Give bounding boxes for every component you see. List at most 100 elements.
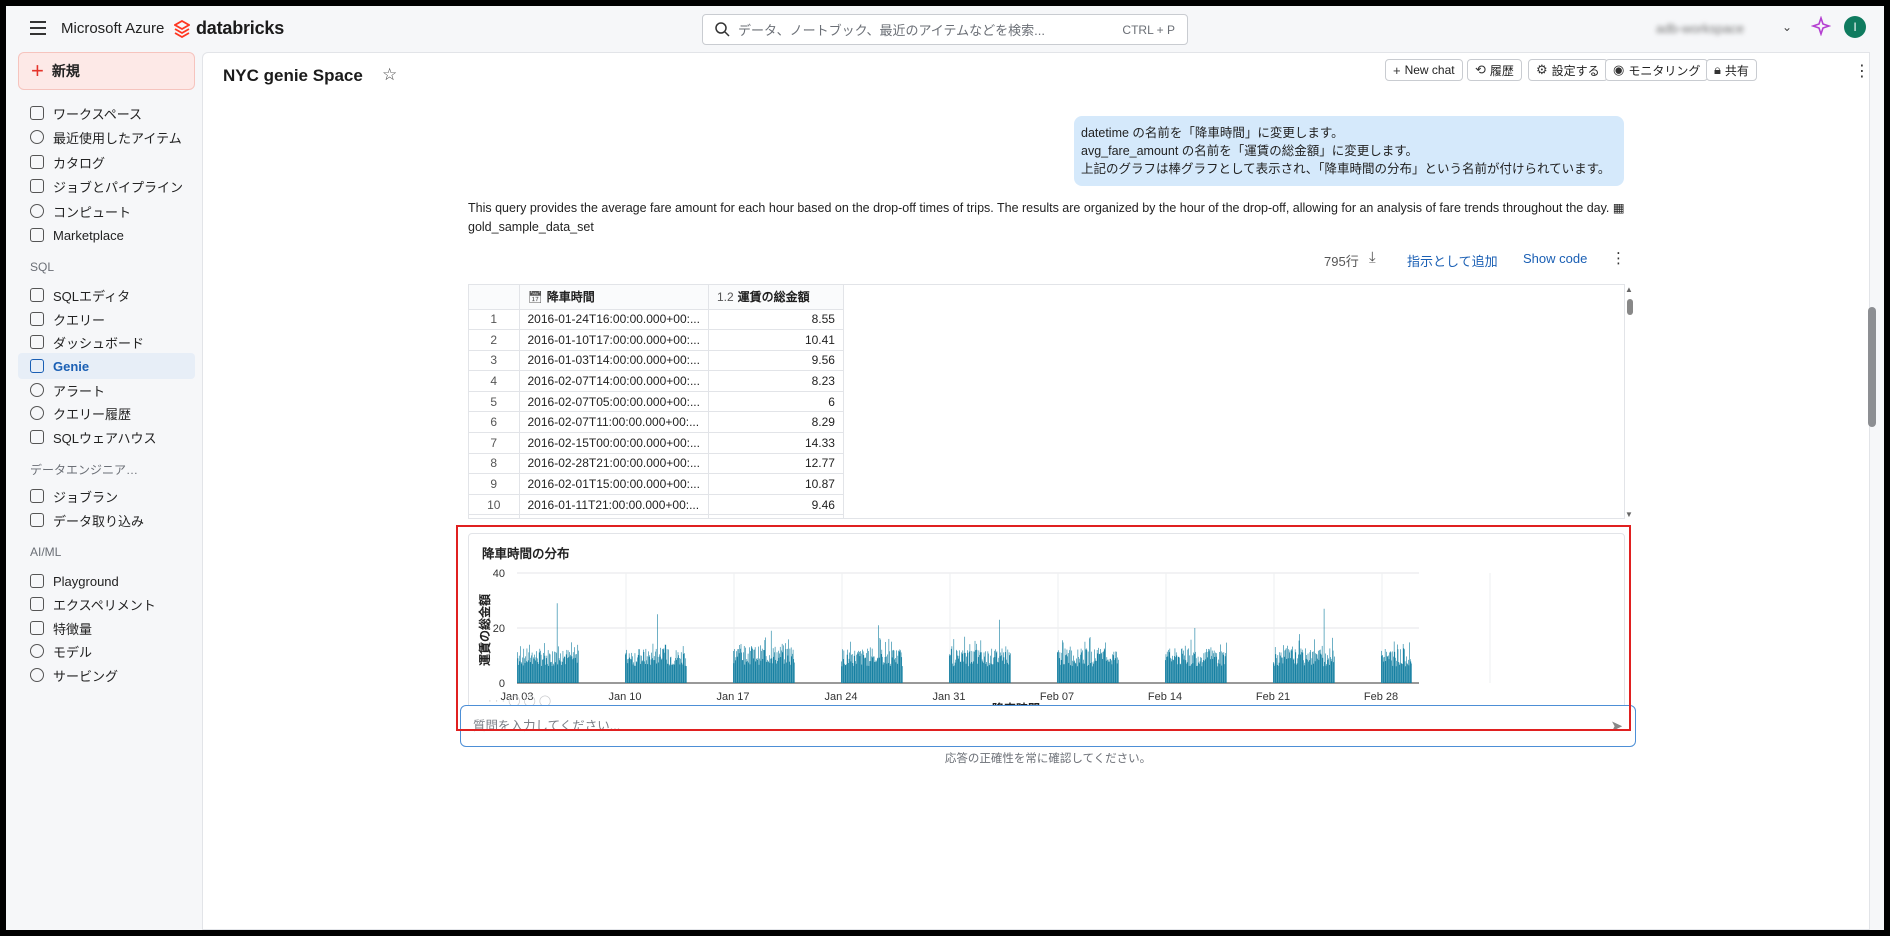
sidebar-item-data-ingestion[interactable]: データ取り込み	[18, 507, 195, 533]
cell-dropoff-time: 2016-02-15T00:00:00.000+00:...	[519, 432, 709, 454]
sidebar-item-experiments[interactable]: エクスペリメント	[18, 591, 195, 617]
sidebar-item-workspace[interactable]: ワークスペース	[18, 100, 195, 126]
runs-icon	[30, 489, 44, 503]
row-index: 5	[469, 391, 520, 413]
column-header-fare[interactable]: 1.2 運賃の総金額	[708, 285, 844, 310]
sidebar-item-dashboards[interactable]: ダッシュボード	[18, 329, 195, 355]
chevron-down-icon[interactable]: ⌄	[1782, 20, 1792, 34]
column-header-label: 運賃の総金額	[737, 290, 810, 305]
sidebar-item-label: Playground	[53, 573, 119, 589]
row-index: 1	[469, 309, 520, 331]
sidebar-item-job-runs[interactable]: ジョブラン	[18, 483, 195, 509]
history-button[interactable]: ⟲ 履歴	[1467, 59, 1522, 81]
page-scroll-thumb[interactable]	[1868, 307, 1876, 427]
workspace-selector[interactable]: adb-workspace	[1656, 21, 1744, 36]
cell-fare: 9.56	[708, 350, 844, 372]
download-icon[interactable]: ⤓	[1369, 249, 1376, 266]
settings-button[interactable]: ⚙ 設定する	[1528, 59, 1608, 81]
sidebar-item-catalog[interactable]: カタログ	[18, 149, 195, 175]
new-button[interactable]: + 新規	[18, 52, 195, 90]
table-row[interactable]: 112016-01-11T16:00:00.000+00:...9.81	[469, 514, 844, 518]
cell-dropoff-time: 2016-01-24T16:00:00.000+00:...	[519, 309, 709, 331]
row-index: 10	[469, 494, 520, 516]
databricks-logo[interactable]: databricks	[174, 18, 284, 39]
table-reference-label: gold_sample_data_set	[468, 220, 594, 234]
sidebar-item-models[interactable]: モデル	[18, 638, 195, 664]
sidebar-item-sql-editor[interactable]: SQLエディタ	[18, 282, 195, 308]
table-scrollbar[interactable]: ▲ ▼	[1625, 285, 1635, 521]
user-message-line: datetime の名前を「降車時間」に変更します。	[1081, 126, 1344, 140]
table-row[interactable]: 8 2016-02-28T21:00:00.000+00:... 12.77	[469, 453, 844, 475]
table-row[interactable]: 5 2016-02-07T05:00:00.000+00:... 6	[469, 391, 844, 413]
settings-label: 設定する	[1551, 63, 1600, 78]
cell-fare: 14.33	[708, 432, 844, 454]
cell-dropoff-time: 2016-02-28T21:00:00.000+00:...	[519, 453, 709, 475]
row-index: 7	[469, 432, 520, 454]
row-index: 4	[469, 370, 520, 392]
table-row[interactable]: 4 2016-02-07T14:00:00.000+00:... 8.23	[469, 370, 844, 392]
sidebar-item-label: クエリー	[53, 312, 106, 328]
add-as-instruction-button[interactable]: 指示として追加	[1407, 251, 1498, 270]
sidebar-item-serving[interactable]: サービング	[18, 662, 195, 688]
table-row[interactable]: 9 2016-02-01T15:00:00.000+00:... 10.87	[469, 473, 844, 495]
section-data-engineering: データエンジニアリング	[30, 463, 150, 477]
table-row[interactable]: 10 2016-01-11T21:00:00.000+00:... 9.46	[469, 494, 844, 516]
playground-icon	[30, 574, 44, 588]
cell-dropoff-time: 2016-01-03T14:00:00.000+00:...	[519, 350, 709, 372]
sidebar-item-label: クエリー履歴	[53, 406, 132, 422]
chart-highlight-box	[456, 525, 1631, 731]
calendar-icon: 📅︎	[527, 290, 543, 305]
cell-fare: 8.23	[708, 370, 844, 392]
sidebar-item-recents[interactable]: 最近使用したアイテム	[18, 124, 195, 150]
assistant-sparkle-icon[interactable]	[1811, 16, 1831, 36]
decimal-type-icon: 1.2	[716, 290, 734, 305]
page-scrollbar[interactable]	[1865, 52, 1883, 930]
global-search[interactable]: データ、ノートブック、最近のアイテムなどを検索... CTRL + P	[702, 14, 1188, 45]
row-index: 9	[469, 473, 520, 495]
sidebar-item-label: カタログ	[53, 155, 106, 171]
sidebar-item-jobs[interactable]: ジョブとパイプライン	[18, 173, 195, 199]
editor-icon	[30, 288, 44, 302]
scroll-down-icon[interactable]: ▼	[1625, 510, 1633, 519]
table-row[interactable]: 6 2016-02-07T11:00:00.000+00:... 8.29	[469, 411, 844, 434]
share-button[interactable]: 🔒︎ 共有	[1706, 59, 1757, 81]
table-row[interactable]: 3 2016-01-03T14:00:00.000+00:... 9.56	[469, 350, 844, 372]
sidebar-item-label: ジョブとパイプライン	[53, 179, 184, 195]
new-button-label: 新規	[51, 63, 80, 79]
cell-fare: 6	[708, 391, 844, 413]
cell-fare: 10.87	[708, 473, 844, 495]
description-text: This query provides the average fare amo…	[468, 201, 1610, 215]
cell-dropoff-time: 2016-01-11T21:00:00.000+00:...	[519, 494, 709, 516]
sidebar-item-marketplace[interactable]: Marketplace	[18, 222, 195, 248]
index-header	[469, 285, 520, 310]
column-header-dropoff[interactable]: 📅︎ 降車時間	[519, 285, 709, 310]
result-table: 📅︎ 降車時間 1.2 運賃の総金額 1 2016-01-24T16:00:00.00…	[468, 284, 1625, 519]
table-row[interactable]: 7 2016-02-15T00:00:00.000+00:... 14.33	[469, 432, 844, 454]
history-icon	[30, 406, 44, 420]
cell-fare: 10.41	[708, 329, 844, 351]
ingest-icon	[30, 513, 44, 527]
table-row[interactable]: 1 2016-01-24T16:00:00.000+00:... 8.55	[469, 309, 844, 331]
table-row[interactable]: 2 2016-01-10T17:00:00.000+00:... 10.41	[469, 329, 844, 351]
section-sql: SQL	[30, 260, 55, 274]
show-code-button[interactable]: Show code	[1523, 251, 1587, 266]
new-chat-button[interactable]: + New chat	[1385, 59, 1463, 81]
star-icon[interactable]: ☆	[382, 65, 397, 85]
cell-fare: 9.46	[708, 494, 844, 516]
user-avatar[interactable]: I	[1844, 16, 1866, 38]
row-index: 2	[469, 329, 520, 351]
search-input[interactable]: データ、ノートブック、最近のアイテムなどを検索...	[738, 20, 1122, 39]
table-scroll-thumb[interactable]	[1627, 299, 1633, 315]
result-more-icon[interactable]: ⋮	[1611, 249, 1626, 267]
sidebar-item-label: ダッシュボード	[53, 335, 145, 351]
sidebar-item-sql-warehouses[interactable]: SQLウェアハウス	[18, 424, 195, 450]
sidebar-item-compute[interactable]: コンピュート	[18, 198, 195, 224]
cloud-icon	[30, 204, 44, 218]
scroll-up-icon[interactable]: ▲	[1625, 285, 1633, 294]
workspace-icon	[30, 106, 44, 120]
monitoring-button[interactable]: ◉ モニタリング	[1605, 59, 1709, 81]
sidebar-item-genie[interactable]: Genie	[18, 353, 195, 379]
sidebar-item-query-history[interactable]: クエリー履歴	[18, 400, 195, 426]
hamburger-menu-icon[interactable]	[30, 21, 46, 35]
dashboard-icon	[30, 335, 44, 349]
